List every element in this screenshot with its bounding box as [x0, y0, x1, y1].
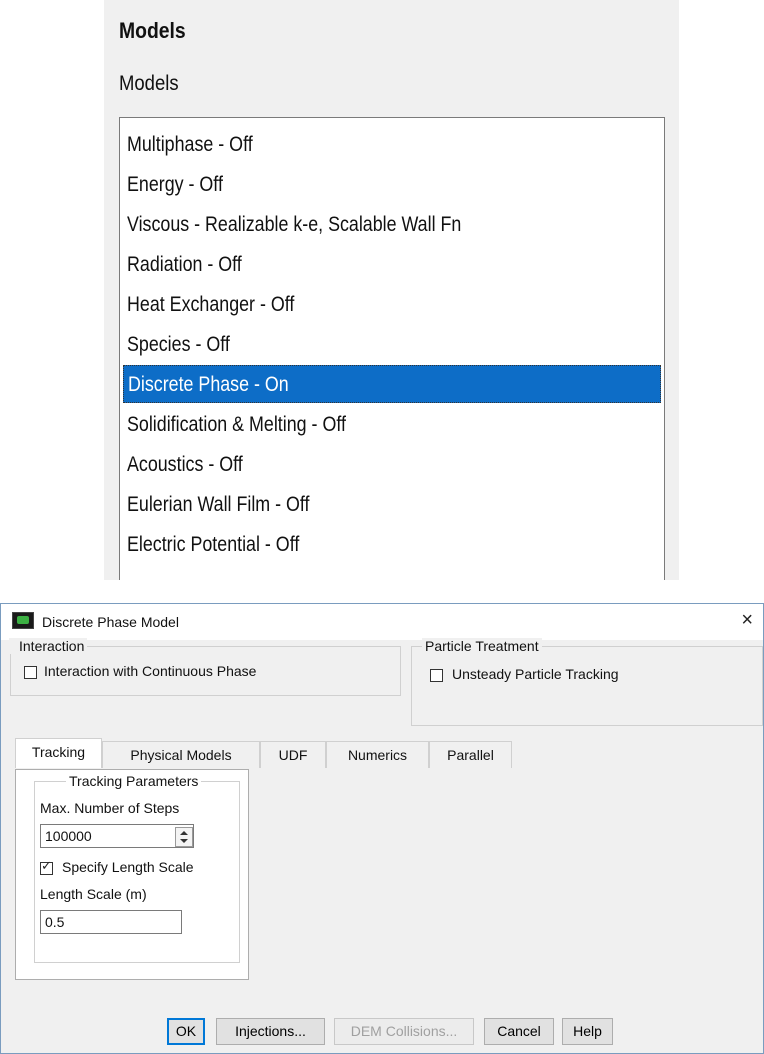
discrete-phase-model-dialog: Discrete Phase Model × Interaction Inter…	[0, 603, 764, 1054]
model-item-solidification-melting[interactable]: Solidification & Melting - Off	[123, 406, 661, 444]
particle-treatment-group: Particle Treatment Unsteady Particle Tra…	[411, 638, 763, 726]
models-list[interactable]: Multiphase - Off Energy - Off Viscous - …	[119, 117, 665, 580]
interaction-group-label: Interaction	[9, 638, 88, 654]
model-item-viscous[interactable]: Viscous - Realizable k-e, Scalable Wall …	[123, 206, 661, 244]
injections-button[interactable]: Injections...	[216, 1018, 325, 1045]
fluent-app-icon	[12, 612, 34, 629]
max-steps-label: Max. Number of Steps	[40, 800, 180, 816]
length-scale-input[interactable]: 0.5	[40, 910, 182, 934]
ok-button[interactable]: OK	[167, 1018, 205, 1045]
tab-physical-models[interactable]: Physical Models	[102, 741, 260, 768]
tracking-parameters-label: Tracking Parameters	[66, 773, 202, 789]
max-steps-value: 100000	[45, 828, 92, 844]
models-list-label: Models	[119, 72, 179, 95]
interaction-continuous-phase-label: Interaction with Continuous Phase	[44, 663, 257, 679]
length-scale-label: Length Scale (m)	[40, 886, 147, 902]
model-item-discrete-phase[interactable]: Discrete Phase - On	[123, 365, 661, 403]
max-steps-spinner-icon[interactable]	[175, 827, 193, 847]
close-icon[interactable]: ×	[741, 609, 753, 631]
tracking-tab-panel: Tracking Parameters Max. Number of Steps…	[15, 769, 249, 980]
tab-udf[interactable]: UDF	[260, 741, 326, 768]
particle-treatment-group-label: Particle Treatment	[422, 638, 542, 654]
model-item-acoustics[interactable]: Acoustics - Off	[123, 446, 661, 484]
tab-parallel[interactable]: Parallel	[429, 741, 512, 768]
interaction-continuous-phase-checkbox[interactable]	[24, 666, 37, 679]
model-item-energy[interactable]: Energy - Off	[123, 166, 661, 204]
model-item-radiation[interactable]: Radiation - Off	[123, 246, 661, 284]
specify-length-scale-label: Specify Length Scale	[62, 859, 194, 875]
dialog-titlebar: Discrete Phase Model ×	[1, 604, 763, 640]
dem-collisions-button[interactable]: DEM Collisions...	[334, 1018, 474, 1045]
model-item-heat-exchanger[interactable]: Heat Exchanger - Off	[123, 286, 661, 324]
dialog-title: Discrete Phase Model	[42, 614, 179, 630]
unsteady-particle-tracking-checkbox[interactable]	[430, 669, 443, 682]
cancel-button[interactable]: Cancel	[484, 1018, 554, 1045]
specify-length-scale-checkbox[interactable]	[40, 859, 53, 875]
tab-numerics[interactable]: Numerics	[326, 741, 429, 768]
tracking-parameters-group: Tracking Parameters Max. Number of Steps…	[34, 773, 240, 963]
unsteady-particle-tracking-label: Unsteady Particle Tracking	[452, 666, 619, 682]
models-panel: Models Models Multiphase - Off Energy - …	[104, 0, 679, 580]
model-item-multiphase[interactable]: Multiphase - Off	[123, 126, 661, 164]
models-panel-title: Models	[119, 18, 186, 43]
max-steps-input[interactable]: 100000	[40, 824, 194, 848]
model-item-electric-potential[interactable]: Electric Potential - Off	[123, 526, 661, 564]
model-item-eulerian-wall-film[interactable]: Eulerian Wall Film - Off	[123, 486, 661, 524]
model-item-species[interactable]: Species - Off	[123, 326, 661, 364]
tab-tracking[interactable]: Tracking	[15, 738, 102, 768]
help-button[interactable]: Help	[562, 1018, 613, 1045]
interaction-group: Interaction Interaction with Continuous …	[9, 638, 401, 696]
